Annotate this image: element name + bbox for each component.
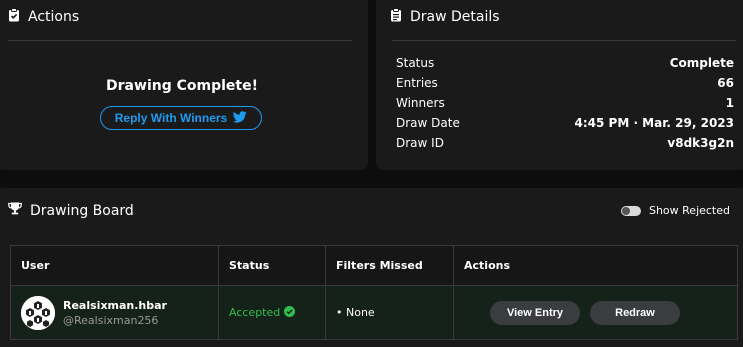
table-header-row: User Status Filters Missed Actions [11,246,737,286]
details-header: Draw Details [390,8,500,26]
detail-row-draw-id: Draw ID v8dk3g2n [396,136,734,156]
draw-details-card: Draw Details Status Complete Entries 66 … [376,0,743,170]
column-header-status: Status [219,246,326,285]
status-text: Accepted [229,306,281,319]
user-handle: @Realsixman256 [63,313,159,327]
column-header-filters-missed: Filters Missed [326,246,454,285]
board-header: Drawing Board [8,202,134,219]
column-header-actions: Actions [464,259,510,272]
drawing-board-card: Drawing Board Show Rejected User Status … [0,188,743,347]
twitter-icon [233,110,248,126]
detail-value: Complete [669,56,734,70]
reply-button-label: Reply With Winners [114,111,228,125]
detail-label: Status [396,56,435,70]
trophy-icon [8,202,22,219]
drawing-complete-text: Drawing Complete! [106,78,258,94]
details-title: Draw Details [410,9,500,25]
actions-divider [8,40,352,41]
show-rejected-label: Show Rejected [648,204,730,217]
detail-value: v8dk3g2n [667,136,734,150]
detail-value: 66 [717,76,734,90]
table-row: Realsixman.hbar @Realsixman256 Accepted … [11,286,737,339]
user-name: Realsixman.hbar [63,298,167,312]
user-cell: Realsixman.hbar @Realsixman256 [11,286,219,339]
actions-header: Actions [8,8,79,26]
reply-with-winners-button[interactable]: Reply With Winners [100,106,262,130]
detail-label: Winners [396,96,445,110]
detail-row-draw-date: Draw Date 4:45 PM · Mar. 29, 2023 [396,116,734,136]
actions-cell: View Entry Redraw [454,286,737,339]
show-rejected-toggle[interactable] [620,205,641,216]
status-cell: Accepted [219,286,326,339]
detail-label: Draw Date [396,116,460,130]
detail-value: 1 [725,96,734,110]
user-info: Realsixman.hbar @Realsixman256 [63,299,167,327]
board-title: Drawing Board [30,202,134,219]
detail-row-entries: Entries 66 [396,76,734,96]
detail-row-status: Status Complete [396,56,734,76]
detail-label: Draw ID [396,136,444,150]
detail-value: 4:45 PM · Mar. 29, 2023 [574,116,735,130]
details-divider [392,40,736,41]
check-circle-icon [284,305,296,320]
detail-row-winners: Winners 1 [396,96,734,116]
status-badge: Accepted [229,305,296,320]
view-entry-button[interactable]: View Entry [490,300,580,325]
entries-table: User Status Filters Missed Actions Reals… [10,245,738,340]
actions-title: Actions [28,9,80,25]
show-rejected-control: Show Rejected [620,204,730,217]
clipboard-check-icon [8,8,20,26]
details-list: Status Complete Entries 66 Winners 1 Dra… [396,56,734,156]
avatar [21,295,55,330]
redraw-button[interactable]: Redraw [590,300,680,325]
column-header-user: User [11,246,219,285]
filters-missed-cell: • None [326,286,454,339]
clipboard-list-icon [390,8,402,26]
actions-card: Actions Drawing Complete! Reply With Win… [0,0,368,170]
detail-label: Entries [396,76,438,90]
